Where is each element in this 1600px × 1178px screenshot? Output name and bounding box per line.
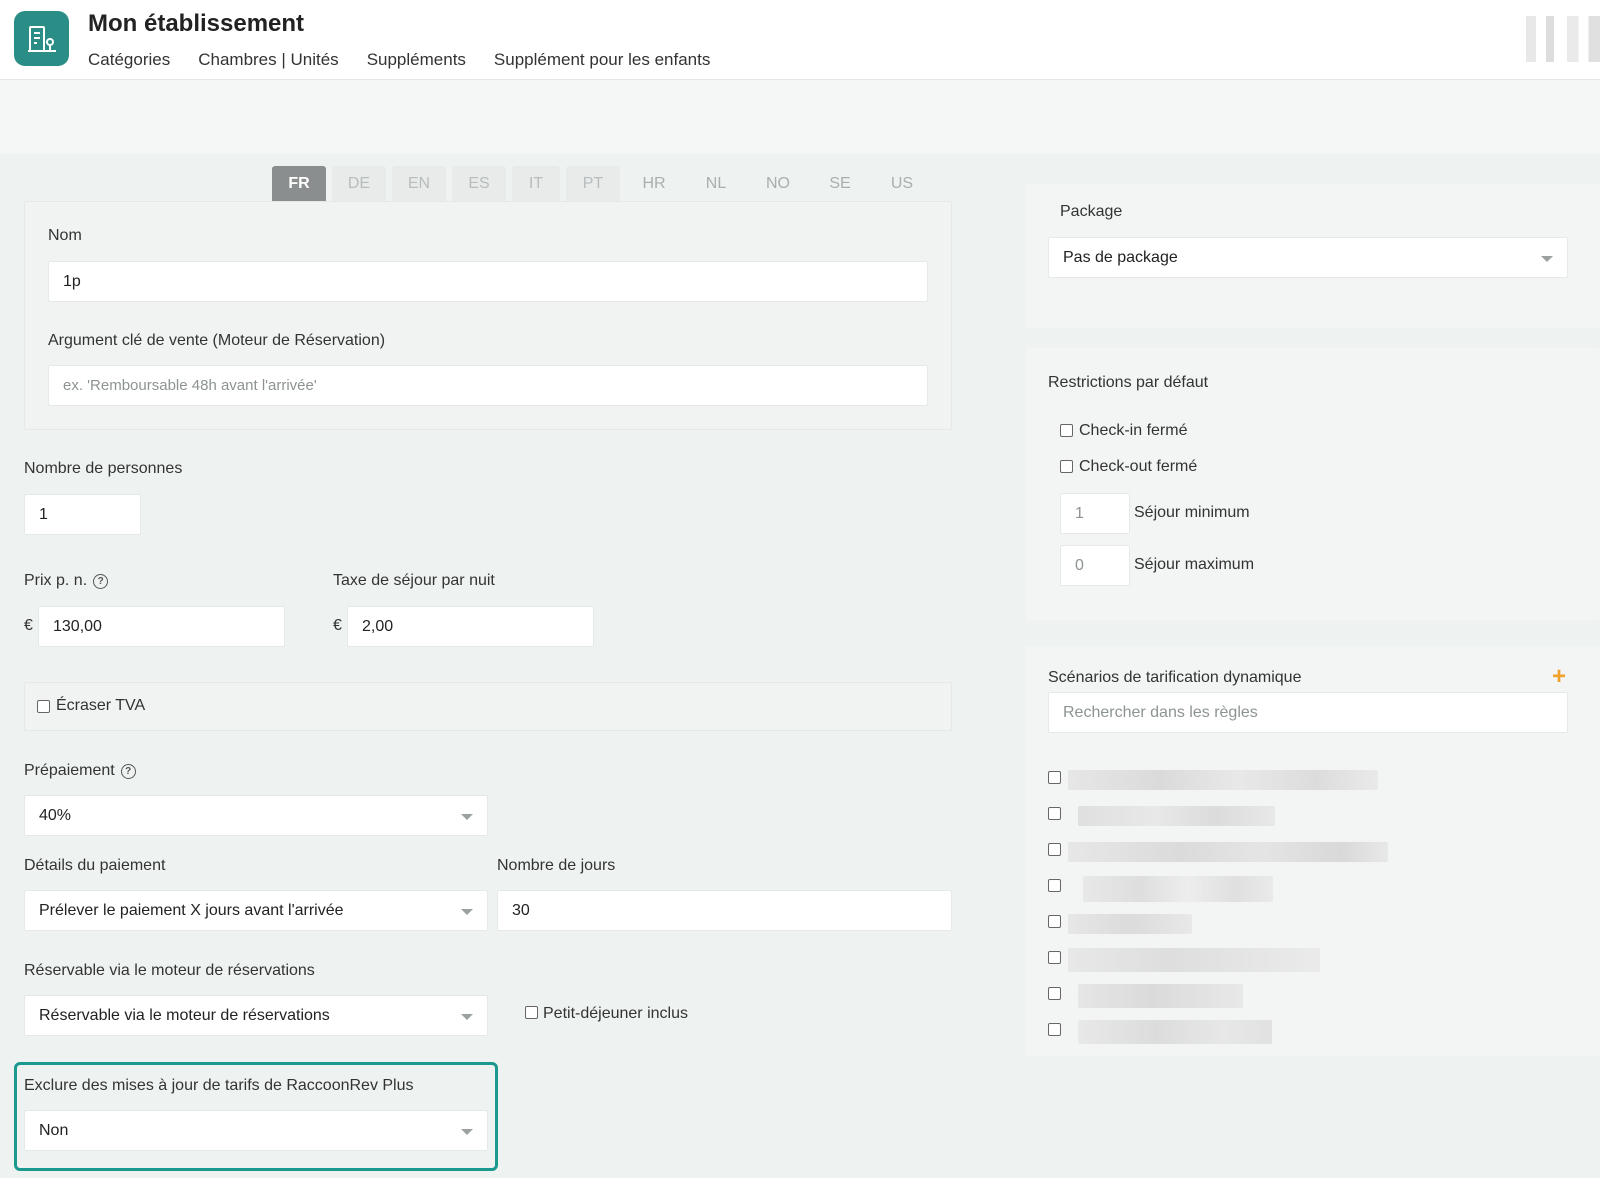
pricing-search-input[interactable]: Rechercher dans les règles [1048,692,1568,733]
package-label: Package [1060,203,1123,220]
tab-lang-en[interactable]: EN [392,166,446,201]
pricing-rule-checkbox[interactable] [1048,1023,1061,1036]
bookable-select[interactable]: Réservable via le moteur de réservations [24,995,488,1036]
persons-label: Nombre de personnes [24,460,183,477]
tab-lang-it[interactable]: IT [512,166,560,201]
checkin-closed-label: Check-in fermé [1079,422,1188,439]
bookable-label: Réservable via le moteur de réservations [24,962,315,979]
avatar[interactable] [1518,16,1600,62]
vat-override-checkbox[interactable] [37,700,50,713]
currency-symbol: € [333,617,342,634]
restrictions-title: Restrictions par défaut [1048,374,1209,391]
pricing-rule-checkbox[interactable] [1048,879,1061,892]
chevron-down-icon [1541,256,1553,262]
tab-lang-es[interactable]: ES [452,166,506,201]
chevron-down-icon [461,1129,473,1135]
usp-label: Argument clé de vente (Moteur de Réserva… [48,332,386,349]
pricing-rule-label-blurred [1068,914,1192,934]
pricing-rule-label-blurred [1068,948,1320,972]
name-label: Nom [48,227,82,244]
pricing-rule-checkbox[interactable] [1048,987,1061,1000]
payment-details-value: Prélever le paiement X jours avant l'arr… [39,901,344,919]
exclude-value: Non [39,1121,69,1139]
help-icon[interactable]: ? [120,764,136,779]
min-stay-label: Séjour minimum [1134,504,1250,521]
tab-lang-se[interactable]: SE [812,166,868,201]
nav-item-child-supplement[interactable]: Supplément pour les enfants [494,50,710,70]
currency-symbol: € [24,617,33,634]
pricing-rule-checkbox[interactable] [1048,807,1061,820]
prepay-select[interactable]: 40% [24,795,488,836]
chevron-down-icon [461,909,473,915]
main-nav: Catégories Chambres | Unités Suppléments… [88,50,738,70]
page-title: Mon établissement [88,10,305,37]
tab-lang-pt[interactable]: PT [566,166,620,201]
building-icon[interactable] [14,11,69,66]
dynamic-pricing-title: Scénarios de tarification dynamique [1048,669,1302,686]
payment-details-select[interactable]: Prélever le paiement X jours avant l'arr… [24,890,488,931]
nav-item-categories[interactable]: Catégories [88,50,170,70]
tab-lang-hr[interactable]: HR [626,166,682,201]
vat-override-panel [24,682,952,731]
bookable-value: Réservable via le moteur de réservations [39,1006,330,1024]
pricing-rule-label-blurred [1068,842,1388,862]
exclude-label: Exclure des mises à jour de tarifs de Ra… [24,1077,414,1094]
prepay-value: 40% [39,806,72,824]
pricing-rule-checkbox[interactable] [1048,843,1061,856]
package-value: Pas de package [1063,248,1178,266]
pricing-rule-label-blurred [1068,770,1378,790]
breakfast-checkbox[interactable] [525,1006,538,1019]
name-input[interactable]: 1p [48,261,928,302]
nav-item-rooms-units[interactable]: Chambres | Unités [198,50,338,70]
pricing-rule-label-blurred [1078,806,1275,826]
exclude-select[interactable]: Non [24,1110,488,1151]
pricing-rule-label-blurred [1083,876,1273,902]
tab-lang-fr[interactable]: FR [272,166,326,201]
pricing-rule-checkbox[interactable] [1048,771,1061,784]
pricing-rule-label-blurred [1078,984,1243,1008]
checkin-closed-checkbox[interactable] [1060,424,1073,437]
tab-lang-nl[interactable]: NL [688,166,744,201]
price-input[interactable]: 130,00 [38,606,285,647]
language-tabs: FR DE EN ES IT PT HR NL NO SE US [272,166,936,201]
chevron-down-icon [461,814,473,820]
checkout-closed-label: Check-out fermé [1079,458,1198,475]
help-icon[interactable]: ? [93,574,109,589]
tax-input[interactable]: 2,00 [347,606,594,647]
package-select[interactable]: Pas de package [1048,237,1568,278]
tab-lang-de[interactable]: DE [332,166,386,201]
payment-details-label: Détails du paiement [24,857,166,874]
days-label: Nombre de jours [497,857,616,874]
tax-label: Taxe de séjour par nuit [333,572,495,589]
add-icon[interactable]: + [1552,663,1566,691]
pricing-rule-checkbox[interactable] [1048,951,1061,964]
max-stay-input[interactable]: 0 [1060,545,1130,586]
vat-override-label: Écraser TVA [56,697,146,714]
usp-input[interactable]: ex. 'Remboursable 48h avant l'arrivée' [48,365,928,406]
days-input[interactable]: 30 [497,890,952,931]
breakfast-label: Petit-déjeuner inclus [543,1005,688,1022]
header-band [0,80,1600,154]
price-label: Prix p. n.? [24,572,109,590]
min-stay-input[interactable]: 1 [1060,493,1130,534]
persons-input[interactable]: 1 [24,494,141,535]
tab-lang-no[interactable]: NO [750,166,806,201]
nav-item-supplements[interactable]: Suppléments [367,50,466,70]
chevron-down-icon [461,1014,473,1020]
max-stay-label: Séjour maximum [1134,556,1255,573]
pricing-rule-checkbox[interactable] [1048,915,1061,928]
checkout-closed-checkbox[interactable] [1060,460,1073,473]
pricing-rule-label-blurred [1078,1020,1272,1044]
tab-lang-us[interactable]: US [874,166,930,201]
prepay-label: Prépaiement? [24,762,136,780]
app-header: Mon établissement Catégories Chambres | … [0,0,1600,80]
